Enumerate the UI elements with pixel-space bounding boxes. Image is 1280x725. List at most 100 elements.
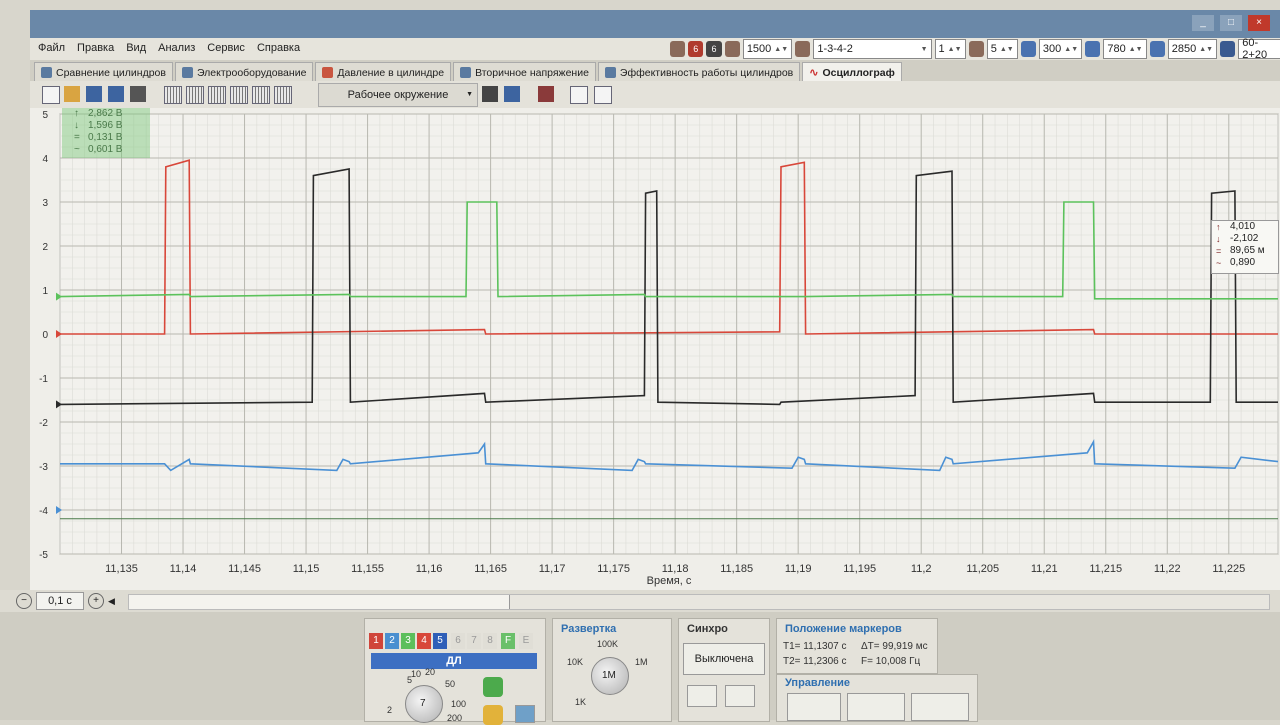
legend-value: 0,131 В xyxy=(88,132,123,143)
save-icon[interactable] xyxy=(86,86,102,102)
x-tick-label: 11,15 xyxy=(293,563,320,575)
x-tick-label: 11,215 xyxy=(1089,563,1122,575)
minimize-button[interactable]: _ xyxy=(1192,15,1214,31)
val1-spinner[interactable]: 300 ▲▼ xyxy=(1038,39,1083,59)
channel-e-button[interactable]: E xyxy=(519,633,533,649)
x-tick-label: 11,22 xyxy=(1154,563,1181,575)
waveform-tool-5-icon[interactable] xyxy=(252,86,270,104)
oscilloscope-chart[interactable]: 11,135 11,14 11,145 11,15 11,155 11,16 11,165 1… xyxy=(30,108,1280,590)
horizontal-scrollbar[interactable] xyxy=(128,594,1270,610)
waveform-tool-3-icon[interactable] xyxy=(208,86,226,104)
save-env-icon[interactable] xyxy=(504,86,520,102)
channel-6-button[interactable]: 6 xyxy=(451,633,465,649)
oscilloscope-icon: ∿ xyxy=(809,67,819,79)
falling-edge-button[interactable] xyxy=(725,685,755,707)
channel-4-button[interactable]: 4 xyxy=(417,633,431,649)
channel-5-button[interactable]: 5 xyxy=(433,633,447,649)
close-button[interactable]: × xyxy=(1248,15,1270,31)
waveform-tool-2-icon[interactable] xyxy=(186,86,204,104)
settings-icon[interactable] xyxy=(1220,41,1236,57)
scrollbar-thumb[interactable] xyxy=(129,595,510,609)
val3-spinner[interactable]: 2850 ▲▼ xyxy=(1167,39,1218,59)
save-as-icon[interactable] xyxy=(108,86,124,102)
knob-label-2: 2 xyxy=(387,705,393,715)
tab-cylinder-efficiency[interactable]: Эффективность работы цилиндров xyxy=(597,62,801,82)
sync-select[interactable]: Выключена xyxy=(683,643,765,675)
zoom-value[interactable]: 0,1 с xyxy=(36,592,84,610)
menu-analysis[interactable]: Анализ xyxy=(158,42,195,54)
firing-order-icon xyxy=(795,41,811,57)
gauge-icon-2 xyxy=(1085,41,1101,57)
cylinder-icon[interactable]: 6 xyxy=(706,41,722,57)
marker-min: ↓ -2,102 xyxy=(1212,233,1278,245)
tab-electrical[interactable]: Электрооборудование xyxy=(174,62,314,82)
sync-title: Синхро xyxy=(687,623,728,635)
scroll-left-icon[interactable]: ◀ xyxy=(108,596,115,607)
tab-cylinder-compare[interactable]: Сравнение цилиндров xyxy=(34,62,173,82)
x-tick-label: 11,2 xyxy=(911,563,932,575)
maximize-button[interactable]: □ xyxy=(1220,15,1242,31)
tab-secondary-voltage[interactable]: Вторичное напряжение xyxy=(453,62,596,82)
cyl-count-spinner[interactable]: 5 ▲▼ xyxy=(986,39,1018,59)
channel-8-button[interactable]: 8 xyxy=(483,633,497,649)
channel-1-button[interactable]: 1 xyxy=(369,633,383,649)
open-folder-icon[interactable] xyxy=(64,86,80,102)
tab-cylinder-pressure[interactable]: Давление в цилиндре xyxy=(315,62,452,82)
engine-icon[interactable] xyxy=(670,41,686,57)
sine-mode-button[interactable] xyxy=(787,693,841,721)
undo-icon[interactable] xyxy=(482,86,498,102)
y-tick-label: -4 xyxy=(39,506,48,517)
channel-settings-button[interactable] xyxy=(515,705,535,723)
channel-7-button[interactable]: 7 xyxy=(467,633,481,649)
tab-label: Эффективность работы цилиндров xyxy=(619,66,794,79)
gain-knob[interactable]: 7 xyxy=(405,685,443,723)
menu-service[interactable]: Сервис xyxy=(207,42,245,54)
waveform-tool-6-icon[interactable] xyxy=(274,86,292,104)
sweep-knob[interactable]: 1M xyxy=(591,657,629,695)
val3-value: 2850 xyxy=(1171,43,1197,55)
cylinder-spinner[interactable]: 1 ▲▼ xyxy=(934,39,966,59)
x-tick-label: 11,165 xyxy=(474,563,507,575)
legend-symbol: ~ xyxy=(74,144,80,155)
y-tick-label: 2 xyxy=(42,242,48,253)
knob-label-50: 50 xyxy=(445,679,456,689)
zoom-out-icon[interactable]: − xyxy=(16,593,32,609)
firing-order-select[interactable]: 1-3-4-2 ▼ xyxy=(813,39,932,59)
rising-edge-button[interactable] xyxy=(687,685,717,707)
preset-field[interactable]: 60-2+20 xyxy=(1238,37,1280,61)
play-button[interactable] xyxy=(483,705,503,725)
print-icon[interactable] xyxy=(130,86,146,102)
legend-max: ↑ 2,862 В xyxy=(62,108,150,120)
tab-oscilloscope[interactable]: ∿ Осциллограф xyxy=(802,62,902,82)
wave-mode-button[interactable] xyxy=(847,693,905,721)
tab-bar: Сравнение цилиндров Электрооборудование … xyxy=(30,60,1280,82)
menu-view[interactable]: Вид xyxy=(126,42,146,54)
scale-icon[interactable] xyxy=(570,86,588,104)
marker-symbol: ~ xyxy=(1216,258,1222,268)
y-tick-label: 5 xyxy=(42,110,48,121)
overlay-mode-button[interactable] xyxy=(911,693,969,721)
environment-select[interactable]: Рабочее окружение ▼ xyxy=(318,83,478,107)
legend-symbol: = xyxy=(74,132,80,143)
menu-edit[interactable]: Правка xyxy=(77,42,114,54)
record-icon[interactable]: 6 xyxy=(688,41,704,57)
firing-order-value: 1-3-4-2 xyxy=(817,43,853,55)
channel-f-button[interactable]: F xyxy=(501,633,515,649)
menu-help[interactable]: Справка xyxy=(257,42,300,54)
waveform-tool-1-icon[interactable] xyxy=(164,86,182,104)
x-tick-label: 11,155 xyxy=(351,563,384,575)
power-button[interactable] xyxy=(483,677,503,697)
rpm-spinner[interactable]: 1500 ▲▼ xyxy=(742,39,793,59)
engine-tool-icon[interactable] xyxy=(538,86,554,102)
new-file-icon[interactable] xyxy=(42,86,60,104)
zoom-in-icon[interactable]: + xyxy=(88,593,104,609)
fit-icon[interactable] xyxy=(594,86,612,104)
channel-3-button[interactable]: 3 xyxy=(401,633,415,649)
val2-spinner[interactable]: 780 ▲▼ xyxy=(1103,39,1147,59)
sweep-label-100k: 100K xyxy=(597,639,619,649)
waveform-tool-4-icon[interactable] xyxy=(230,86,248,104)
measurement-legend: ↑ 2,862 В ↓ 1,596 В = 0,131 В ~0,601 В xyxy=(62,108,150,158)
channel-2-button[interactable]: 2 xyxy=(385,633,399,649)
menu-file[interactable]: Файл xyxy=(38,42,65,54)
oscilloscope-plot[interactable]: 11,135 11,14 11,145 11,15 11,155 11,16 11,165 1… xyxy=(30,108,1280,590)
